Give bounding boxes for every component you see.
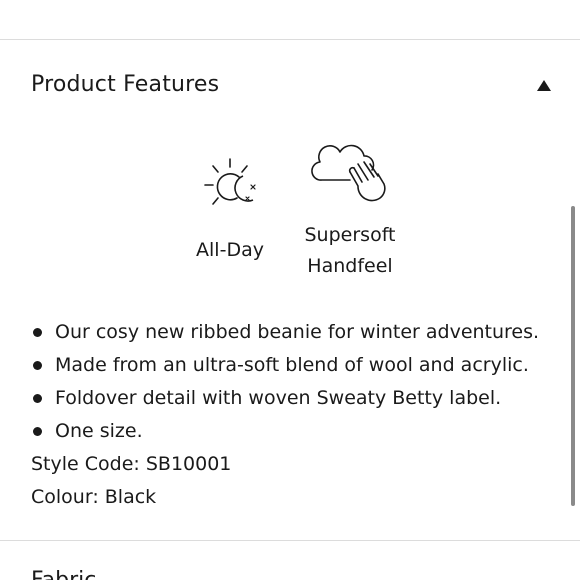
feature-label-handfeel: Handfeel xyxy=(307,255,393,277)
list-item: Our cosy new ribbed beanie for winter ad… xyxy=(31,316,539,349)
bullet-dot xyxy=(33,427,42,436)
triangle-up-icon[interactable] xyxy=(534,78,554,94)
colour-value: Colour: Black xyxy=(31,486,157,508)
list-item: One size. xyxy=(31,415,539,448)
bullet-text: One size. xyxy=(55,420,143,442)
bullet-text: Made from an ultra-soft blend of wool an… xyxy=(55,354,529,376)
feature-all-day: All-Day xyxy=(180,155,280,266)
feature-bullet-list: Our cosy new ribbed beanie for winter ad… xyxy=(31,316,539,448)
style-code: Style Code: SB10001 xyxy=(31,453,232,475)
bottom-divider xyxy=(0,540,580,541)
list-item: Foldover detail with woven Sweaty Betty … xyxy=(31,382,539,415)
feature-label-all-day: All-Day xyxy=(196,239,264,261)
bullet-dot xyxy=(33,394,42,403)
section-title: Product Features xyxy=(31,72,220,97)
bullet-text: Our cosy new ribbed beanie for winter ad… xyxy=(55,321,540,343)
scrollbar-thumb[interactable] xyxy=(571,206,575,506)
bullet-dot xyxy=(33,361,42,370)
list-item: Made from an ultra-soft blend of wool an… xyxy=(31,349,539,382)
sun-moon-icon xyxy=(204,158,256,205)
feature-label-supersoft: Supersoft xyxy=(304,224,396,246)
feature-supersoft-handfeel: Supersoft Handfeel xyxy=(295,140,405,282)
fabric-section-title[interactable]: Fabric xyxy=(31,566,96,580)
bullet-dot xyxy=(33,328,42,337)
cloud-hand-icon xyxy=(311,144,386,202)
bullet-text: Foldover detail with woven Sweaty Betty … xyxy=(55,387,502,409)
